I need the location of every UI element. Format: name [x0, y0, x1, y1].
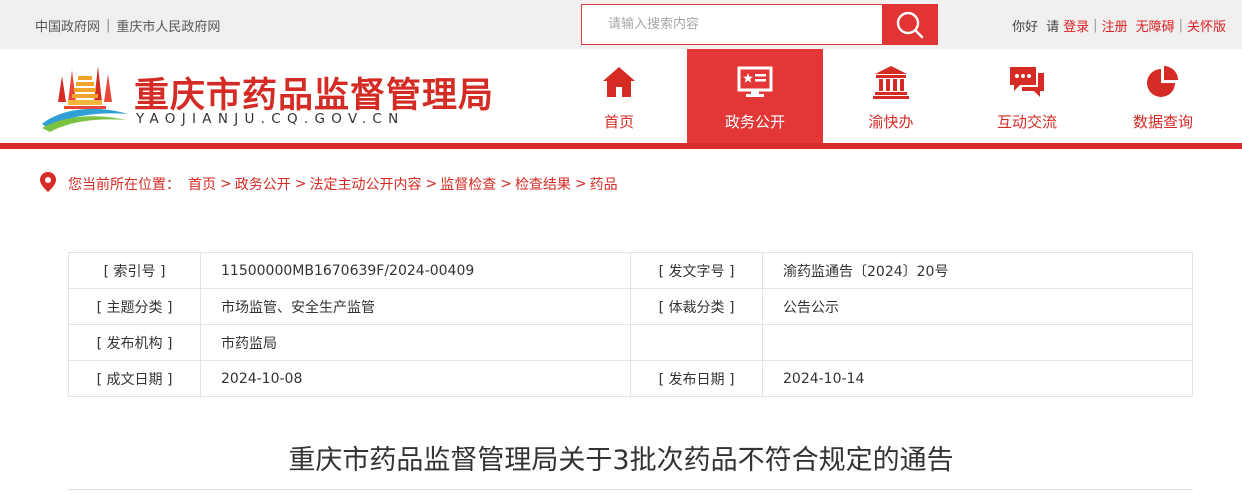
search-input[interactable]	[582, 5, 882, 44]
created-date-value: 2024-10-08	[200, 360, 631, 397]
user-links: 你好 请 登录 | 注册 无障碍 | 关怀版	[1012, 16, 1226, 35]
search-button[interactable]	[882, 4, 938, 45]
header-divider	[0, 143, 1242, 149]
location-pin-icon	[38, 171, 58, 197]
breadcrumb-item-home[interactable]: 首页	[188, 174, 216, 194]
main-nav: 首页 政务公开 渝快办 互动交流 数据查询	[551, 49, 1231, 146]
site-header: 重庆市药品监督管理局 YAOJIANJU.CQ.GOV.CN 首页 政务公开 渝…	[0, 49, 1242, 146]
genre-category-value: 公告公示	[762, 288, 1193, 325]
nav-item-government-affairs[interactable]: 政务公开	[687, 49, 823, 146]
issuing-agency-value: 市药监局	[200, 324, 631, 361]
breadcrumb-item-government-affairs[interactable]: 政务公开	[235, 174, 291, 194]
login-link[interactable]: 登录	[1063, 16, 1089, 35]
nav-item-interaction[interactable]: 互动交流	[959, 49, 1095, 146]
nav-label: 首页	[603, 113, 634, 131]
nav-label: 互动交流	[996, 113, 1057, 131]
city-portal-link[interactable]: 重庆市人民政府网	[116, 16, 220, 35]
issuing-agency-label: [ 发布机构 ]	[68, 324, 201, 361]
created-date-label: [ 成文日期 ]	[68, 360, 201, 397]
breadcrumb-separator: >	[500, 176, 512, 192]
divider: |	[1093, 18, 1098, 33]
breadcrumb-item-inspection-results[interactable]: 检查结果	[515, 174, 571, 194]
nav-label: 数据查询	[1132, 113, 1193, 131]
top-bar: 中国政府网 | 重庆市人民政府网 你好 请 登录 | 注册 无障碍 | 关怀版	[0, 0, 1242, 49]
breadcrumb-separator: >	[220, 176, 232, 192]
document-metadata-table: [ 索引号 ] 11500000MB1670639F/2024-00409 [ …	[68, 252, 1193, 397]
table-row: [ 索引号 ] 11500000MB1670639F/2024-00409 [ …	[68, 252, 1193, 289]
site-domain: YAOJIANJU.CQ.GOV.CN	[136, 111, 405, 127]
search-box	[581, 4, 938, 45]
table-row: [ 发布机构 ] 市药监局	[68, 324, 1193, 361]
table-row: [ 主题分类 ] 市场监管、安全生产监管 [ 体裁分类 ] 公告公示	[68, 288, 1193, 325]
accessibility-link[interactable]: 无障碍	[1136, 16, 1175, 35]
breadcrumb-separator: >	[425, 176, 438, 192]
published-date-label: [ 发布日期 ]	[630, 360, 763, 397]
nav-item-yukuaiban[interactable]: 渝快办	[823, 49, 959, 146]
nav-item-home[interactable]: 首页	[551, 49, 687, 146]
breadcrumb: 您当前所在位置： 首页 > 政务公开 > 法定主动公开内容 > 监督检查 > 检…	[38, 171, 618, 197]
article-title: 重庆市药品监督管理局关于3批次药品不符合规定的通告	[288, 445, 954, 476]
government-building-icon	[873, 65, 909, 103]
breadcrumb-prefix: 您当前所在位置：	[68, 177, 180, 193]
monitor-star-icon	[736, 65, 774, 103]
greeting-text: 你好	[1012, 20, 1039, 35]
genre-category-label: [ 体裁分类 ]	[630, 288, 763, 325]
please-text: 请	[1046, 20, 1060, 35]
divider: |	[1178, 18, 1183, 33]
breadcrumb-item-statutory-disclosure[interactable]: 法定主动公开内容	[309, 174, 421, 194]
nav-label: 政务公开	[724, 113, 785, 131]
title-divider	[68, 489, 1193, 490]
site-logo-emblem[interactable]	[38, 62, 130, 136]
breadcrumb-separator: >	[294, 176, 307, 192]
register-link[interactable]: 注册	[1102, 16, 1128, 35]
index-number-value: 11500000MB1670639F/2024-00409	[200, 252, 631, 289]
nav-item-data-query[interactable]: 数据查询	[1095, 49, 1231, 146]
home-icon	[601, 65, 637, 103]
pie-chart-icon	[1145, 65, 1181, 103]
nav-label: 渝快办	[868, 113, 914, 131]
document-number-value: 渝药监通告〔2024〕20号	[762, 252, 1193, 289]
empty-cell	[630, 324, 763, 361]
external-links: 中国政府网 | 重庆市人民政府网	[35, 16, 220, 35]
divider: |	[106, 18, 111, 33]
table-row: [ 成文日期 ] 2024-10-08 [ 发布日期 ] 2024-10-14	[68, 360, 1193, 397]
breadcrumb-item-supervision[interactable]: 监督检查	[440, 174, 496, 194]
breadcrumb-separator: >	[574, 176, 587, 192]
published-date-value: 2024-10-14	[762, 360, 1193, 397]
gov-portal-link[interactable]: 中国政府网	[35, 16, 100, 35]
document-number-label: [ 发文字号 ]	[630, 252, 763, 289]
elderly-mode-link[interactable]: 关怀版	[1187, 16, 1226, 35]
topic-category-value: 市场监管、安全生产监管	[200, 288, 631, 325]
chat-bubbles-icon	[1008, 65, 1046, 103]
index-number-label: [ 索引号 ]	[68, 252, 201, 289]
topic-category-label: [ 主题分类 ]	[68, 288, 201, 325]
breadcrumb-item-drugs[interactable]: 药品	[590, 174, 618, 194]
empty-cell	[762, 324, 1193, 361]
